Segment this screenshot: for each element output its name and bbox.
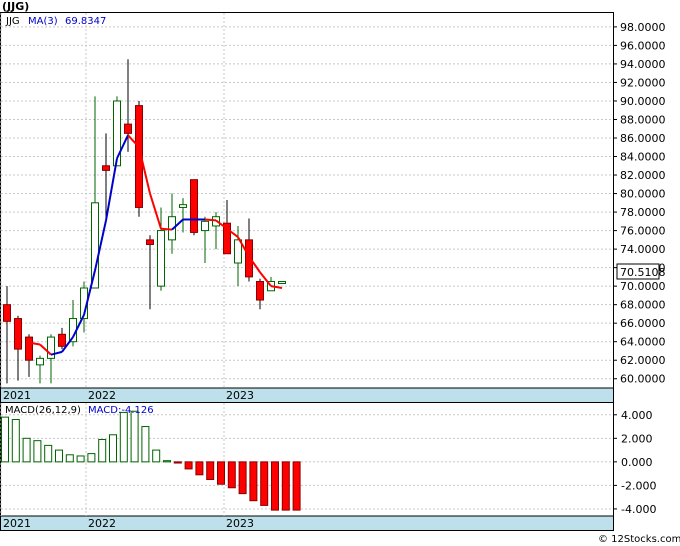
- price-x-label: 2023: [226, 389, 254, 402]
- macd-bar: [44, 444, 53, 463]
- candle-body: [14, 318, 22, 350]
- macd-bar: [271, 461, 279, 511]
- macd-bar: [281, 461, 290, 511]
- macd-bar: [65, 454, 74, 463]
- candle-body: [58, 333, 66, 347]
- macd-bar: [76, 455, 85, 463]
- price-tick-label: 66.0000: [620, 317, 666, 330]
- candle-body: [124, 123, 132, 134]
- candle-body: [256, 281, 264, 301]
- macd-x-label: 2021: [3, 517, 31, 530]
- macd-bar: [1, 416, 9, 463]
- macd-panel: [0, 402, 614, 531]
- candle-body: [146, 239, 154, 245]
- ma-segment: [160, 227, 173, 231]
- watermark: © 12Stocks.com: [598, 534, 680, 545]
- current-price-label: 70.5108: [620, 266, 666, 279]
- macd-bar: [33, 440, 42, 463]
- macd-bar: [217, 461, 225, 485]
- macd-bar: [227, 461, 236, 489]
- macd-bar: [238, 461, 247, 495]
- price-y-axis: 60.0000 62.0000 64.0000 66.0000 68.0000 70.00…: [613, 21, 666, 386]
- macd-bar: [260, 461, 269, 506]
- macd-bar: [119, 411, 128, 463]
- price-tick-label: 96.0000: [620, 39, 666, 52]
- price-tick-label: 86.0000: [620, 132, 666, 145]
- price-tick-label: 98.0000: [620, 21, 666, 34]
- candle-body: [47, 336, 55, 359]
- macd-bar: [173, 461, 182, 464]
- price-tick-label: 88.0000: [620, 113, 666, 126]
- macd-bar: [195, 461, 204, 476]
- price-tick-label: 64.0000: [620, 336, 666, 349]
- ticker-title: (JJG): [2, 0, 29, 13]
- macd-y-axis: 4.000 2.000 0.000 -2.000 -4.000: [613, 409, 656, 516]
- candle-body: [3, 304, 11, 322]
- candle-body: [201, 220, 209, 232]
- price-tick-label: 90.0000: [620, 95, 666, 108]
- price-x-label: 2022: [88, 389, 116, 402]
- price-legend-ma-value: 69.8347: [65, 16, 106, 27]
- macd-bar: [163, 460, 171, 463]
- macd-tick-label: 0.000: [621, 456, 653, 469]
- macd-tick-label: 4.000: [621, 409, 653, 422]
- price-tick-label: 74.0000: [620, 243, 666, 256]
- macd-bar: [98, 438, 107, 463]
- price-tick-label: 80.0000: [620, 188, 666, 201]
- macd-bar: [249, 461, 258, 502]
- macd-bar: [55, 449, 63, 463]
- macd-x-label: 2023: [226, 517, 254, 530]
- macd-bar: [87, 453, 96, 463]
- price-tick-label: 92.0000: [620, 76, 666, 89]
- macd-bar: [292, 461, 301, 511]
- macd-legend-value: MACD:-4.126: [88, 405, 154, 416]
- macd-bar: [152, 449, 161, 463]
- stock-chart: 60.0000 62.0000 64.0000 66.0000 68.0000 70.00…: [0, 0, 680, 545]
- macd-tick-label: -2.000: [621, 479, 656, 492]
- candle-body: [36, 357, 44, 366]
- candle-body: [278, 281, 286, 285]
- price-legend-symbol: JJG: [5, 16, 20, 27]
- macd-bar: [109, 434, 117, 463]
- candle-body: [25, 336, 33, 361]
- price-tick-label: 68.0000: [620, 299, 666, 312]
- candle-body: [179, 204, 187, 208]
- macd-bar: [22, 437, 31, 463]
- candle-body: [157, 230, 165, 287]
- candle: [278, 281, 286, 285]
- price-x-label: 2021: [3, 389, 31, 402]
- candle-body: [91, 202, 99, 289]
- price-tick-label: 94.0000: [620, 58, 666, 71]
- price-tick-label: 60.0000: [620, 373, 666, 386]
- macd-bar: [11, 418, 20, 463]
- price-tick-label: 78.0000: [620, 206, 666, 219]
- candle-body: [102, 165, 110, 171]
- candle: [190, 179, 198, 236]
- macd-legend-label: MACD(26,12,9): [5, 405, 81, 416]
- macd-bar: [141, 426, 150, 463]
- candle-body: [190, 179, 198, 233]
- price-tick-label: 84.0000: [620, 151, 666, 164]
- price-tick-label: 82.0000: [620, 169, 666, 182]
- macd-bar: [130, 410, 139, 463]
- price-legend-ma: MA(3): [28, 16, 58, 27]
- ma-segment: [204, 218, 217, 222]
- price-tick-label: 62.0000: [620, 354, 666, 367]
- price-tick-label: 70.0000: [620, 280, 666, 293]
- macd-tick-label: 2.000: [621, 432, 653, 445]
- macd-x-label: 2022: [88, 517, 116, 530]
- macd-tick-label: -4.000: [621, 503, 656, 516]
- price-tick-label: 76.0000: [620, 225, 666, 238]
- macd-bar: [184, 461, 193, 470]
- macd-bar: [206, 461, 215, 481]
